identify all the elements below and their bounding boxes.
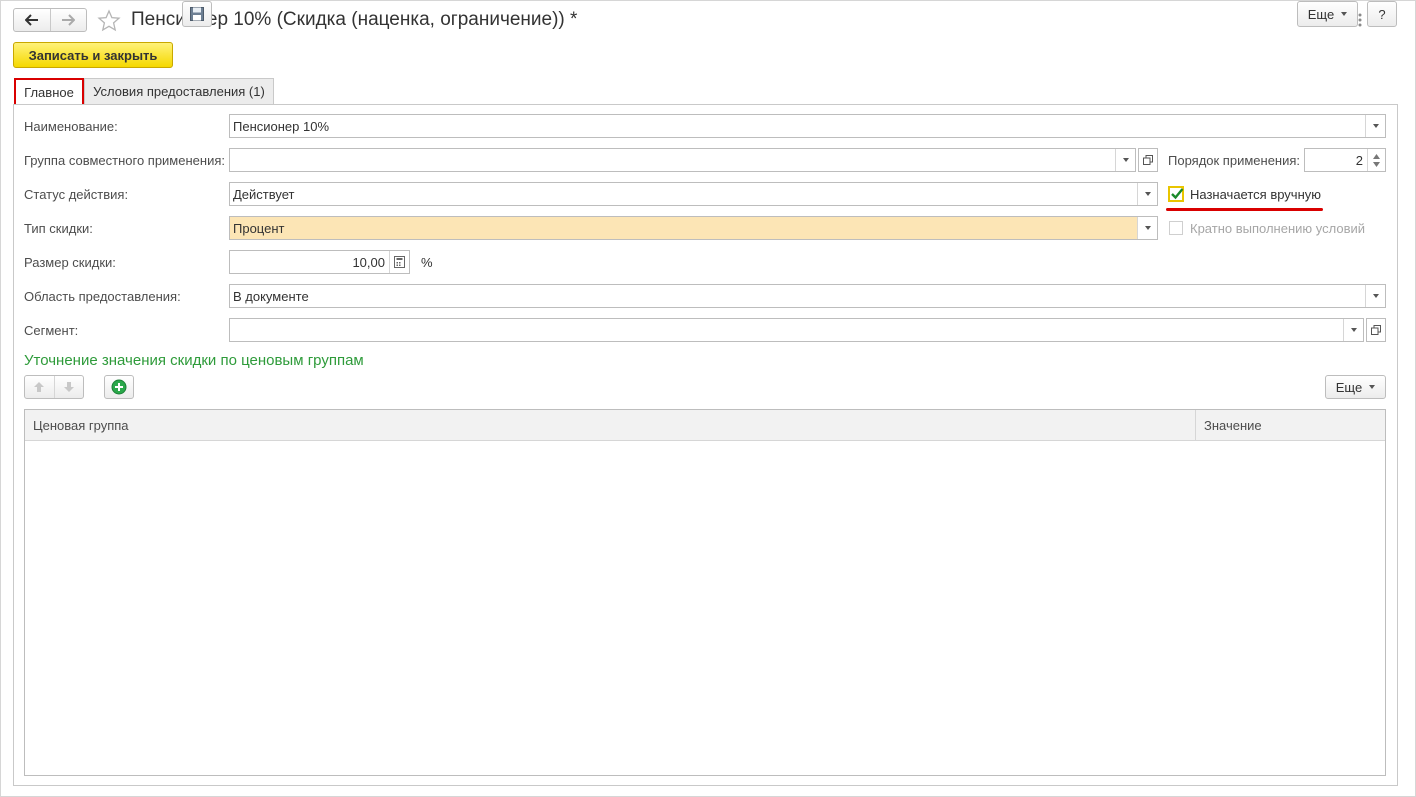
manual-assign-label: Назначается вручную <box>1190 187 1322 202</box>
status-label: Статус действия: <box>24 187 129 202</box>
tab-main[interactable]: Главное <box>14 78 84 104</box>
tab-conditions[interactable]: Условия предоставления (1) <box>84 78 274 104</box>
calculator-icon <box>394 256 405 268</box>
more-menu-label: Еще <box>1307 6 1335 22</box>
help-button[interactable]: ? <box>1367 1 1397 27</box>
open-window-icon <box>1371 325 1381 335</box>
segment-label: Сегмент: <box>24 323 79 338</box>
discount-form-window: Пенсионер 10% (Скидка (наценка, ограниче… <box>0 0 1416 797</box>
chevron-down-icon <box>1341 12 1348 16</box>
group-dropdown-button[interactable] <box>1115 149 1135 171</box>
more-menu-button[interactable]: Еще <box>1297 1 1358 27</box>
stepper-up-icon <box>1373 153 1380 159</box>
arrow-left-icon <box>24 14 38 26</box>
floppy-disk-icon <box>190 7 204 21</box>
order-label: Порядок применения: <box>1168 153 1301 168</box>
chevron-down-icon <box>1144 192 1151 196</box>
order-field[interactable]: 2 <box>1304 148 1386 172</box>
name-field[interactable]: Пенсионер 10% <box>229 114 1386 138</box>
calculator-button[interactable] <box>389 251 409 273</box>
order-stepper[interactable] <box>1367 149 1385 171</box>
price-groups-section-title: Уточнение значения скидки по ценовым гру… <box>24 352 364 369</box>
save-and-close-button[interactable]: Записать и закрыть <box>13 42 173 68</box>
move-down-button[interactable] <box>53 376 84 398</box>
group-label: Группа совместного применения: <box>24 153 225 168</box>
group-open-button[interactable] <box>1138 148 1158 172</box>
chevron-down-icon <box>1350 328 1357 332</box>
add-icon <box>111 379 127 395</box>
area-label: Область предоставления: <box>24 289 181 304</box>
favorite-star-icon[interactable] <box>97 9 121 33</box>
column-header-value[interactable]: Значение <box>1196 410 1386 441</box>
annotation-underline <box>1166 208 1323 211</box>
checkmark-icon <box>1171 188 1184 200</box>
type-label: Тип скидки: <box>24 221 93 236</box>
type-dropdown-button[interactable] <box>1137 217 1157 239</box>
move-buttons-group <box>24 375 84 399</box>
chevron-down-icon <box>1372 124 1379 128</box>
multiple-conditions-label: Кратно выполнению условий <box>1190 221 1365 236</box>
name-label: Наименование: <box>24 119 118 134</box>
chevron-down-icon <box>1372 294 1379 298</box>
arrow-up-icon <box>34 382 45 392</box>
arrow-right-icon <box>62 14 76 26</box>
area-dropdown-button[interactable] <box>1365 285 1385 307</box>
price-groups-table[interactable]: Ценовая группа Значение <box>24 409 1386 776</box>
manual-assign-checkbox[interactable] <box>1168 186 1184 202</box>
forward-button[interactable] <box>49 9 87 31</box>
navigation-buttons <box>13 8 87 32</box>
size-label: Размер скидки: <box>24 255 116 270</box>
status-dropdown-button[interactable] <box>1137 183 1157 205</box>
name-value: Пенсионер 10% <box>233 118 330 134</box>
table-header: Ценовая группа Значение <box>25 410 1385 441</box>
group-field[interactable] <box>229 148 1136 172</box>
stepper-down-icon <box>1373 161 1380 167</box>
chevron-down-icon <box>1122 158 1129 162</box>
status-field[interactable]: Действует <box>229 182 1158 206</box>
column-header-price-group[interactable]: Ценовая группа <box>25 410 1196 441</box>
table-more-button[interactable]: Еще <box>1325 375 1386 399</box>
segment-open-button[interactable] <box>1366 318 1386 342</box>
back-button[interactable] <box>14 9 50 31</box>
size-field[interactable]: 10,00 <box>229 250 410 274</box>
arrow-down-icon <box>63 382 74 392</box>
chevron-down-icon <box>1144 226 1151 230</box>
type-field[interactable]: Процент <box>229 216 1158 240</box>
area-field[interactable]: В документе <box>229 284 1386 308</box>
save-button[interactable] <box>182 1 212 27</box>
chevron-down-icon <box>1369 385 1376 389</box>
order-value: 2 <box>1355 152 1363 168</box>
type-value: Процент <box>233 220 285 236</box>
status-value: Действует <box>233 186 295 202</box>
open-window-icon <box>1143 155 1153 165</box>
multiple-conditions-checkbox[interactable] <box>1169 221 1183 235</box>
segment-field[interactable] <box>229 318 1364 342</box>
size-unit: % <box>421 255 433 270</box>
add-row-button[interactable] <box>104 375 134 399</box>
table-more-label: Еще <box>1335 379 1363 395</box>
move-up-button[interactable] <box>25 376 54 398</box>
name-dropdown-button[interactable] <box>1365 115 1385 137</box>
area-value: В документе <box>233 288 309 304</box>
segment-dropdown-button[interactable] <box>1343 319 1363 341</box>
size-value: 10,00 <box>352 254 385 270</box>
